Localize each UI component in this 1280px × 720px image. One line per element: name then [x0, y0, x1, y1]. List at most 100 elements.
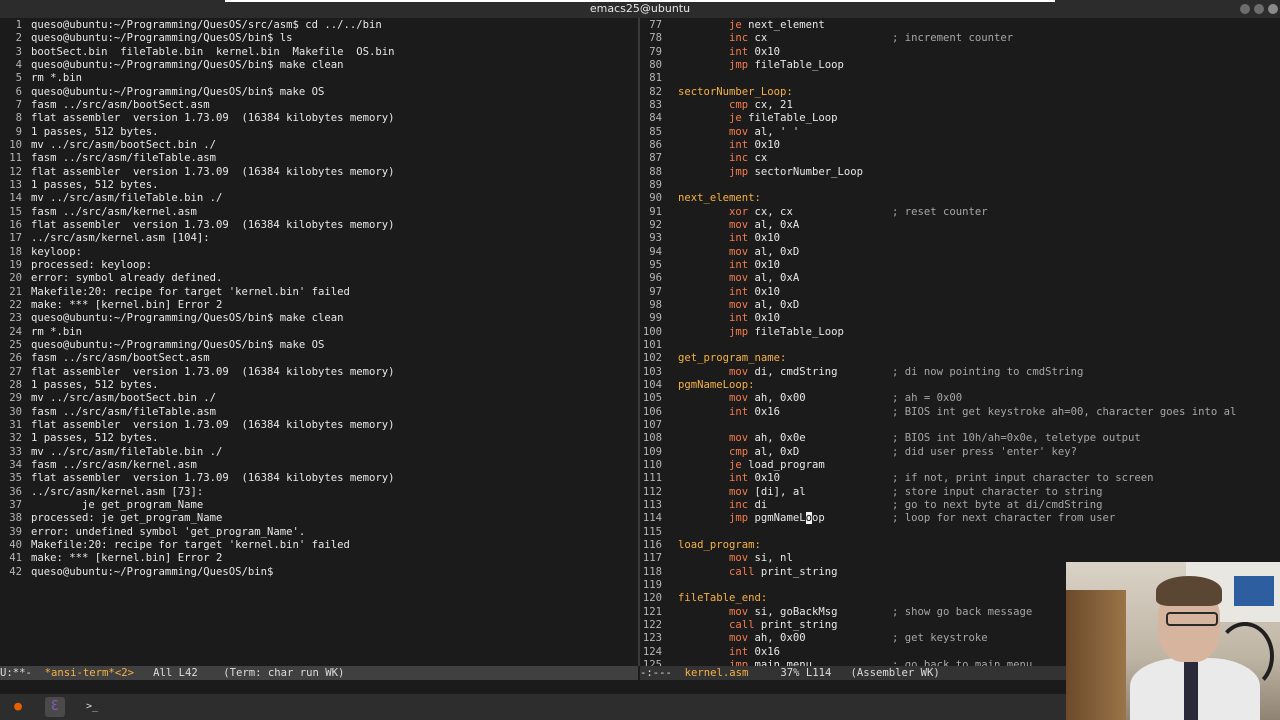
code-instruction: jmp: [729, 658, 749, 666]
code-line[interactable]: 80 jmp fileTable_Loop: [640, 59, 1280, 72]
code-comment: ; ah = 0x00: [892, 392, 963, 405]
code-line[interactable]: 95 int 0x10: [640, 259, 1280, 272]
terminal-line: 39 error: undefined symbol 'get_program_N…: [0, 526, 638, 539]
modeline-info: All L42 (Term: char run WK): [133, 667, 345, 679]
webcam-person-hair: [1156, 576, 1222, 606]
code-line[interactable]: 86 int 0x10: [640, 139, 1280, 152]
line-number: 19: [9, 258, 22, 271]
code-line[interactable]: 97 int 0x10: [640, 286, 1280, 299]
code-line[interactable]: 79 int 0x10: [640, 46, 1280, 59]
code-line[interactable]: 101: [640, 339, 1280, 352]
code-line[interactable]: 92 mov al, 0xA: [640, 219, 1280, 232]
close-icon[interactable]: [1268, 4, 1278, 14]
terminal-line: 12 flat assembler version 1.73.09 (16384 …: [0, 166, 638, 179]
code-line[interactable]: 111 int 0x10 ; if not, print input charac…: [640, 472, 1280, 485]
code-line[interactable]: 114 jmp pgmNameLoop ; loop for next chara…: [640, 512, 1280, 525]
code-line[interactable]: 94 mov al, 0xD: [640, 246, 1280, 259]
code-instruction: int: [729, 138, 749, 151]
code-line[interactable]: 85 mov al, ' ': [640, 126, 1280, 139]
code-comment: ; did user press 'enter' key?: [892, 445, 1077, 458]
code-line[interactable]: 107: [640, 419, 1280, 432]
line-number: 41: [9, 552, 22, 565]
firefox-icon[interactable]: ●: [8, 697, 28, 717]
code-line[interactable]: 102 get_program_name:: [640, 352, 1280, 365]
line-number: 117: [642, 552, 662, 565]
code-operands: load_program: [741, 458, 825, 471]
code-text: int 0x10: [678, 46, 780, 59]
code-line[interactable]: 93 int 0x10: [640, 232, 1280, 245]
code-operands-rest: op: [811, 512, 825, 525]
code-line[interactable]: 82 sectorNumber_Loop:: [640, 86, 1280, 99]
terminal-text: processed: je get_program_Name: [31, 512, 223, 525]
modeline-buffer-name[interactable]: kernel.asm: [685, 667, 749, 679]
terminal-text: flat assembler version 1.73.09 (16384 ki…: [31, 365, 395, 378]
terminal-line: 38 processed: je get_program_Name: [0, 512, 638, 525]
code-operands: al, ' ': [748, 125, 800, 138]
code-label: fileTable_end:: [678, 592, 768, 605]
code-line[interactable]: 108 mov ah, 0x0e ; BIOS int 10h/ah=0x0e, …: [640, 432, 1280, 445]
terminal-pane[interactable]: 1 queso@ubuntu:~/Programming/QuesOS/src/a…: [0, 18, 638, 666]
modeline-buffer-name[interactable]: *ansi-term*<2>: [45, 667, 134, 679]
line-number: 84: [649, 112, 662, 125]
code-line[interactable]: 90 next_element:: [640, 192, 1280, 205]
code-line[interactable]: 78 inc cx ; increment counter: [640, 32, 1280, 45]
code-line[interactable]: 91 xor cx, cx ; reset counter: [640, 206, 1280, 219]
code-line[interactable]: 112 mov [di], al ; store input character …: [640, 486, 1280, 499]
webcam-bookshelf: [1066, 590, 1126, 720]
minimize-icon[interactable]: [1240, 4, 1250, 14]
code-line[interactable]: 116 load_program:: [640, 539, 1280, 552]
code-comment: ; if not, print input character to scree…: [892, 472, 1154, 485]
terminal-line: 4 queso@ubuntu:~/Programming/QuesOS/bin$ …: [0, 59, 638, 72]
terminal-text: mv ../src/asm/bootSect.bin ./: [31, 138, 216, 151]
terminal-line: 9 1 passes, 512 bytes.: [0, 126, 638, 139]
code-line[interactable]: 96 mov al, 0xA: [640, 272, 1280, 285]
modeline-info: 37% L114 (Assembler WK): [748, 667, 940, 679]
terminal-text: ../src/asm/kernel.asm [73]:: [31, 485, 204, 498]
code-line[interactable]: 89: [640, 179, 1280, 192]
code-text: sectorNumber_Loop:: [678, 86, 793, 99]
code-line[interactable]: 87 inc cx: [640, 152, 1280, 165]
terminal-line: 25 queso@ubuntu:~/Programming/QuesOS/bin$…: [0, 339, 638, 352]
code-line[interactable]: 100 jmp fileTable_Loop: [640, 326, 1280, 339]
line-number: 78: [649, 32, 662, 45]
line-number: 20: [9, 272, 22, 285]
code-line[interactable]: 104 pgmNameLoop:: [640, 379, 1280, 392]
line-number: 112: [642, 485, 662, 498]
code-line[interactable]: 110 je load_program: [640, 459, 1280, 472]
code-line[interactable]: 77 je next_element: [640, 19, 1280, 32]
line-number: 124: [642, 645, 662, 658]
code-text: inc cx: [678, 32, 767, 45]
code-line[interactable]: 105 mov ah, 0x00 ; ah = 0x00: [640, 392, 1280, 405]
window-titlebar[interactable]: emacs25@ubuntu: [0, 0, 1280, 18]
terminal-icon[interactable]: >_: [82, 697, 102, 717]
code-label: load_program:: [678, 538, 761, 551]
emacs-icon[interactable]: Ɛ: [45, 697, 65, 717]
code-line[interactable]: 106 int 0x16 ; BIOS int get keystroke ah=…: [640, 406, 1280, 419]
code-operands: fileTable_Loop: [748, 325, 844, 338]
line-number: 105: [642, 392, 662, 405]
terminal-modeline[interactable]: U:**- *ansi-term*<2> All L42 (Term: char…: [0, 666, 638, 680]
code-line[interactable]: 83 cmp cx, 21: [640, 99, 1280, 112]
code-line[interactable]: 99 int 0x10: [640, 312, 1280, 325]
code-operands: 0x16: [748, 645, 781, 658]
code-line[interactable]: 113 inc di ; go to next byte at di/cmdStr…: [640, 499, 1280, 512]
code-instruction: inc: [729, 498, 749, 511]
maximize-icon[interactable]: [1254, 4, 1264, 14]
code-line[interactable]: 88 jmp sectorNumber_Loop: [640, 166, 1280, 179]
terminal-text: mv ../src/asm/fileTable.bin ./: [31, 445, 223, 458]
line-number: 13: [9, 178, 22, 191]
line-number: 119: [642, 578, 662, 591]
code-line[interactable]: 109 cmp al, 0xD ; did user press 'enter' …: [640, 446, 1280, 459]
code-line[interactable]: 103 mov di, cmdString ; di now pointing t…: [640, 366, 1280, 379]
line-number: 83: [649, 98, 662, 111]
code-line[interactable]: 98 mov al, 0xD: [640, 299, 1280, 312]
code-line[interactable]: 81: [640, 72, 1280, 85]
code-line[interactable]: 115: [640, 526, 1280, 539]
code-operands: di: [748, 498, 768, 511]
code-line[interactable]: 84 je fileTable_Loop: [640, 112, 1280, 125]
